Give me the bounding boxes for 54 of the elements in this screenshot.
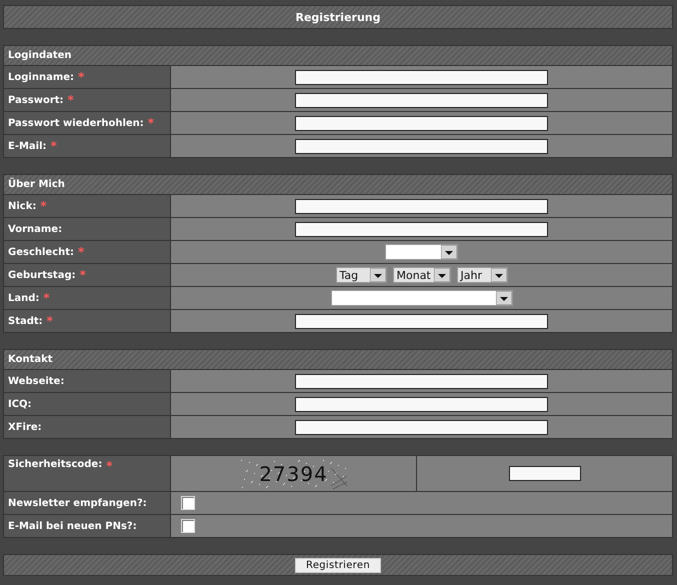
section-header: Kontakt bbox=[4, 350, 672, 370]
required-mark: * bbox=[106, 459, 112, 473]
page-title: Registrierung bbox=[3, 5, 673, 29]
required-mark: * bbox=[50, 139, 57, 153]
field-label: Land: bbox=[8, 292, 40, 304]
date-select[interactable]: Jahr bbox=[456, 267, 508, 283]
field-label: Passwort: bbox=[8, 94, 64, 106]
text-input[interactable] bbox=[295, 222, 548, 236]
field-label: XFire: bbox=[8, 422, 42, 432]
text-input[interactable] bbox=[295, 70, 548, 84]
field-label: Geburtstag: bbox=[8, 270, 76, 280]
field-label: Sicherheitscode: bbox=[8, 459, 102, 470]
field-label: Loginname: bbox=[8, 72, 74, 82]
text-input[interactable] bbox=[295, 420, 548, 434]
required-mark: * bbox=[80, 268, 86, 282]
field-label: Geschlecht: bbox=[8, 246, 74, 258]
date-select[interactable]: Tag bbox=[336, 267, 386, 283]
gender-select[interactable] bbox=[385, 244, 458, 260]
dropdown-arrow-icon bbox=[434, 268, 450, 282]
field-label: ICQ: bbox=[8, 398, 32, 410]
text-input[interactable] bbox=[295, 92, 548, 108]
field-label: Stadt: bbox=[8, 316, 43, 326]
dropdown-arrow-icon bbox=[370, 268, 386, 282]
text-input[interactable] bbox=[295, 138, 548, 154]
section-header: Logindaten bbox=[4, 46, 672, 66]
text-input[interactable] bbox=[295, 198, 548, 214]
field-label: Passwort wiederhohlen: bbox=[8, 118, 144, 128]
text-input[interactable] bbox=[295, 374, 548, 388]
text-input[interactable] bbox=[295, 116, 548, 130]
field-label: Vorname: bbox=[8, 224, 62, 234]
checkbox[interactable] bbox=[181, 496, 195, 510]
required-mark: * bbox=[78, 245, 84, 259]
required-mark: * bbox=[68, 93, 74, 107]
required-mark: * bbox=[78, 70, 84, 84]
field-label: E-Mail: bbox=[8, 140, 47, 152]
register-button[interactable]: Registrieren bbox=[295, 558, 381, 572]
captcha-input[interactable] bbox=[508, 466, 580, 481]
country-select[interactable] bbox=[330, 290, 512, 306]
field-label: Nick: bbox=[8, 200, 36, 212]
required-mark: * bbox=[40, 199, 47, 213]
dropdown-arrow-icon bbox=[441, 245, 457, 259]
dropdown-arrow-icon bbox=[490, 268, 506, 282]
required-mark: * bbox=[148, 116, 154, 130]
section-header: Über Mich bbox=[4, 175, 672, 195]
dropdown-arrow-icon bbox=[496, 291, 512, 305]
field-label: Webseite: bbox=[8, 376, 64, 386]
required-mark: * bbox=[46, 314, 53, 328]
date-select[interactable]: Monat bbox=[392, 267, 450, 283]
text-input[interactable] bbox=[295, 396, 548, 412]
required-mark: * bbox=[43, 291, 50, 305]
field-label: E-Mail bei neuen PNs?: bbox=[8, 520, 137, 532]
text-input[interactable] bbox=[295, 314, 548, 328]
checkbox[interactable] bbox=[181, 519, 195, 533]
field-label: Newsletter empfangen?: bbox=[8, 498, 147, 508]
